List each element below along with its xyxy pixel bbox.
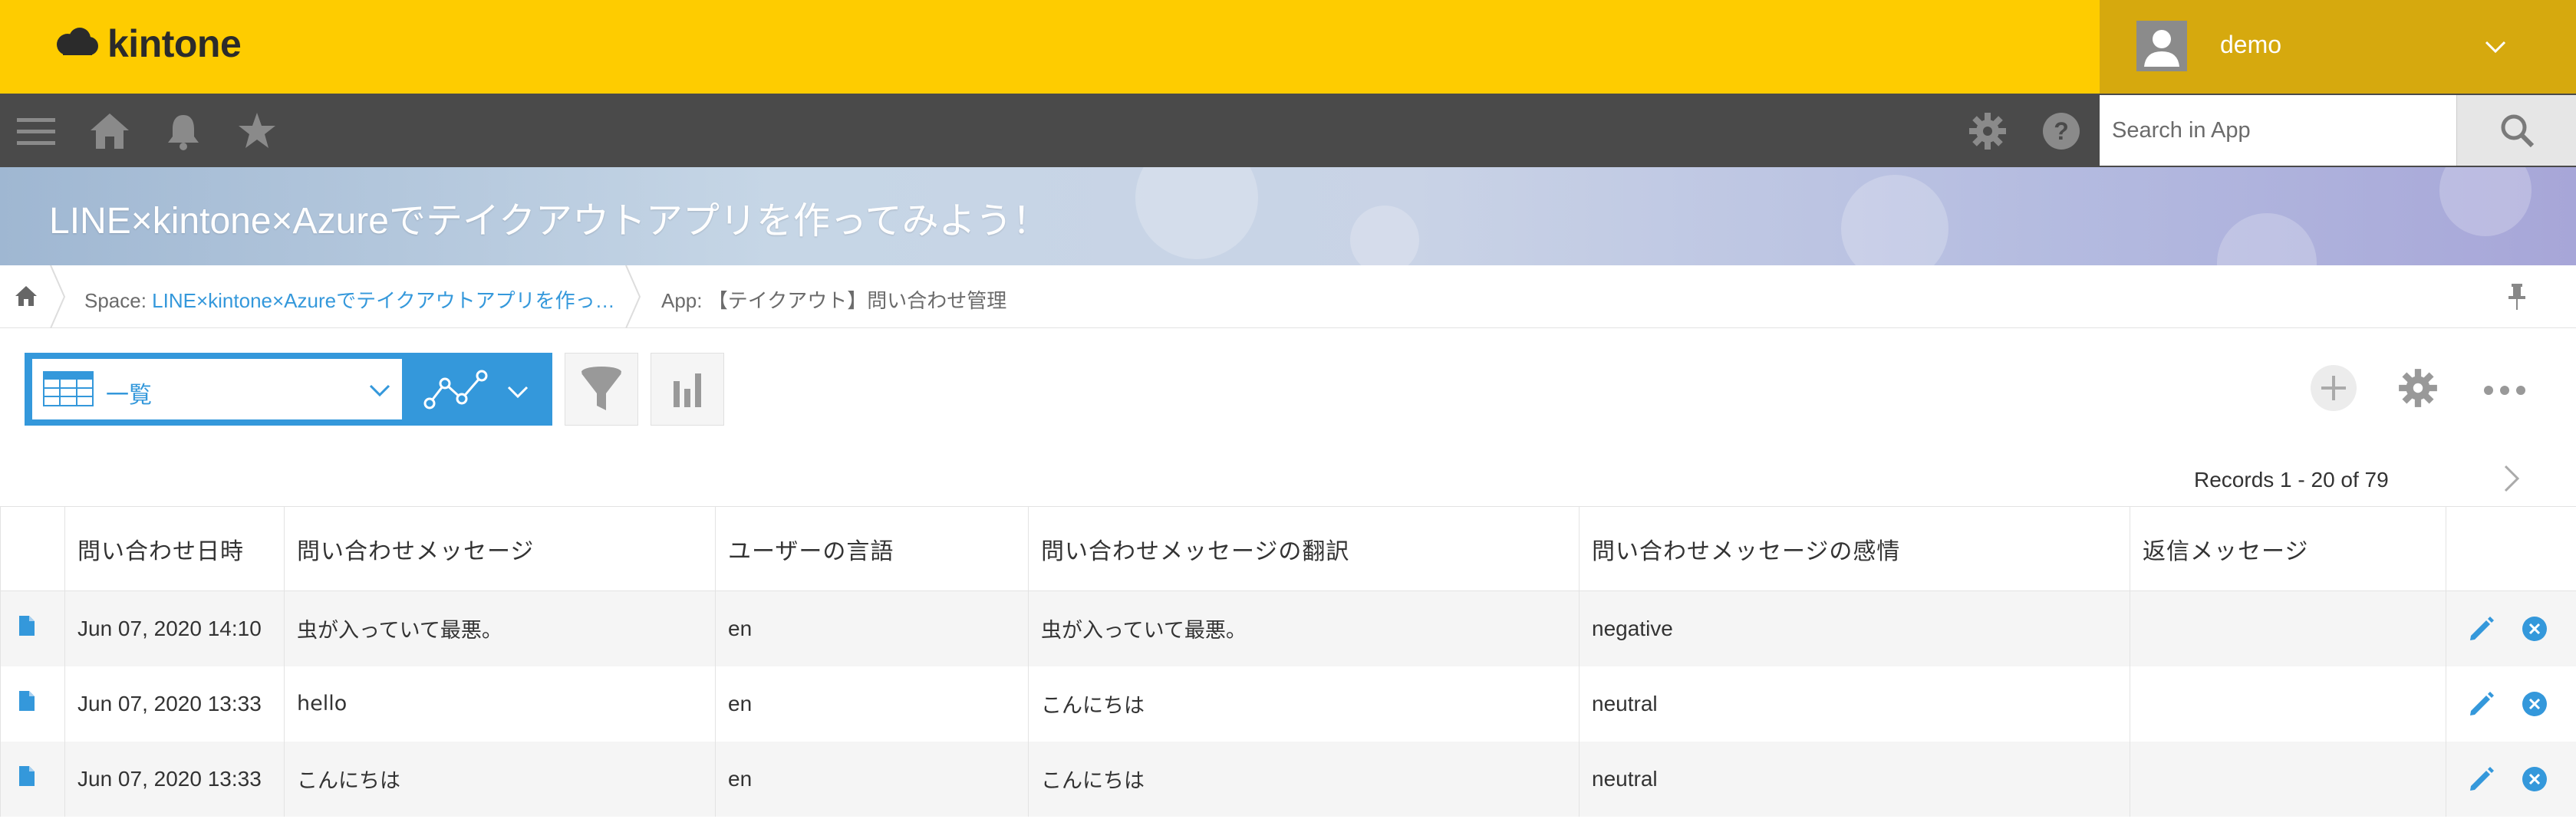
row-actions — [2446, 590, 2576, 666]
delete-icon[interactable] — [2520, 689, 2549, 719]
breadcrumb-space-link[interactable]: LINE×kintone×Azureでテイクアウトアプリを作っ… — [152, 289, 614, 312]
chevron-down-icon — [507, 386, 529, 399]
banner-bokeh — [1135, 167, 1258, 259]
table-cell: en — [715, 590, 1029, 666]
row-actions — [2446, 741, 2576, 817]
filter-button[interactable] — [565, 353, 638, 426]
gear-icon[interactable] — [1967, 110, 2008, 152]
breadcrumb-app-prefix: App: — [661, 289, 708, 312]
record-detail-cell[interactable] — [0, 666, 65, 742]
breadcrumb-app: App: 【テイクアウト】問い合わせ管理 — [661, 285, 1006, 314]
home-icon[interactable] — [14, 284, 38, 308]
star-icon[interactable] — [236, 110, 278, 152]
menu-icon[interactable] — [15, 110, 57, 152]
graph-icon — [423, 370, 488, 410]
banner-bokeh — [2439, 167, 2532, 236]
breadcrumb-space: Space: LINE×kintone×Azureでテイクアウトアプリを作っ… — [84, 285, 615, 314]
space-title: LINE×kintone×Azureでテイクアウトアプリを作ってみよう！ — [49, 201, 1049, 242]
table-cell: Jun 07, 2020 13:33 — [64, 741, 285, 817]
column-header[interactable]: 問い合わせ日時 — [64, 506, 285, 591]
next-page-icon[interactable] — [2498, 463, 2525, 494]
table-cell: en — [715, 741, 1029, 817]
logo-text: kintone — [107, 22, 242, 65]
view-dropdown[interactable]: 一覧 — [32, 359, 402, 419]
breadcrumb-separator — [50, 265, 66, 328]
view-label: 一覧 — [106, 382, 152, 409]
table-cell: 虫が入っていて最悪。 — [1028, 590, 1580, 666]
chevron-down-icon — [369, 384, 390, 397]
bar-chart-icon — [674, 373, 701, 407]
table-cell — [2130, 741, 2446, 817]
kintone-logo[interactable]: kintone — [52, 21, 242, 66]
pin-icon[interactable] — [2504, 282, 2530, 311]
add-icon[interactable] — [2309, 363, 2358, 413]
table-cell: こんにちは — [1028, 666, 1580, 742]
banner-bokeh — [2217, 213, 2317, 265]
user-name: demo — [2220, 31, 2282, 58]
graph-selector[interactable] — [410, 353, 552, 426]
settings-icon[interactable] — [2396, 367, 2439, 410]
column-header[interactable]: 返信メッセージ — [2130, 506, 2446, 591]
table-cell: Jun 07, 2020 13:33 — [64, 666, 285, 742]
records-count: Records 1 - 20 of 79 — [2194, 468, 2389, 492]
column-header-actions — [2446, 506, 2576, 591]
table-row: Jun 07, 2020 13:33 hello en こんにちは neutra… — [0, 666, 2576, 742]
graph-summary-button[interactable] — [651, 353, 724, 426]
table-cell: hello — [284, 666, 716, 742]
more-icon[interactable] — [2482, 379, 2527, 402]
table-cell: 虫が入っていて最悪。 — [284, 590, 716, 666]
edit-icon[interactable] — [2466, 689, 2495, 719]
table-view-icon — [43, 371, 94, 406]
table-cell: neutral — [1579, 666, 2130, 742]
chevron-down-icon[interactable] — [2482, 34, 2508, 60]
user-silhouette-icon — [2144, 30, 2179, 67]
table-cell: Jun 07, 2020 14:10 — [64, 590, 285, 666]
top-header: kintone demo — [0, 0, 2576, 94]
table-cell — [2130, 590, 2446, 666]
search-icon — [2501, 114, 2534, 148]
edit-icon[interactable] — [2466, 765, 2495, 794]
document-icon[interactable] — [18, 689, 36, 712]
help-icon[interactable]: ? — [2041, 110, 2082, 152]
table-cell: en — [715, 666, 1029, 742]
delete-icon[interactable] — [2520, 614, 2549, 643]
column-header[interactable]: 問い合わせメッセージ — [284, 506, 716, 591]
table-row: Jun 07, 2020 13:33 こんにちは en こんにちは neutra… — [0, 741, 2576, 817]
breadcrumb: Space: LINE×kintone×Azureでテイクアウトアプリを作っ… … — [0, 265, 2576, 328]
space-banner: LINE×kintone×Azureでテイクアウトアプリを作ってみよう！ — [0, 167, 2576, 265]
table-cell: こんにちは — [284, 741, 716, 817]
table-cell — [2130, 666, 2446, 742]
filter-icon — [581, 366, 621, 410]
cloud-logo-icon — [57, 28, 98, 55]
bell-icon[interactable] — [163, 110, 204, 152]
banner-bokeh — [1350, 206, 1419, 265]
breadcrumb-separator — [625, 265, 641, 328]
table-cell: neutral — [1579, 741, 2130, 817]
delete-icon[interactable] — [2520, 765, 2549, 794]
home-icon[interactable] — [89, 110, 130, 152]
table-cell: negative — [1579, 590, 2130, 666]
row-actions — [2446, 666, 2576, 742]
column-header[interactable]: 問い合わせメッセージの感情 — [1579, 506, 2130, 591]
search-button[interactable] — [2456, 95, 2576, 166]
document-icon[interactable] — [18, 614, 36, 637]
breadcrumb-space-prefix: Space: — [84, 289, 153, 312]
column-header[interactable]: 問い合わせメッセージの翻訳 — [1028, 506, 1580, 591]
table-header-row: 問い合わせ日時 問い合わせメッセージ ユーザーの言語 問い合わせメッセージの翻訳… — [0, 506, 2576, 591]
records-table: 問い合わせ日時 問い合わせメッセージ ユーザーの言語 問い合わせメッセージの翻訳… — [0, 506, 2576, 817]
avatar — [2136, 21, 2187, 71]
column-header[interactable]: ユーザーの言語 — [715, 506, 1029, 591]
record-detail-cell[interactable] — [0, 590, 65, 666]
document-icon[interactable] — [18, 765, 36, 788]
table-row: Jun 07, 2020 14:10 虫が入っていて最悪。 en 虫が入っていて… — [0, 590, 2576, 666]
breadcrumb-app-name: 【テイクアウト】問い合わせ管理 — [707, 289, 1007, 312]
edit-icon[interactable] — [2466, 614, 2495, 643]
table-cell: こんにちは — [1028, 741, 1580, 817]
svg-text:?: ? — [2054, 117, 2069, 145]
column-header-icon — [0, 506, 65, 591]
banner-bokeh — [1841, 175, 1948, 265]
view-selector[interactable]: 一覧 — [25, 353, 410, 426]
search-input[interactable] — [2100, 95, 2456, 166]
record-detail-cell[interactable] — [0, 741, 65, 817]
